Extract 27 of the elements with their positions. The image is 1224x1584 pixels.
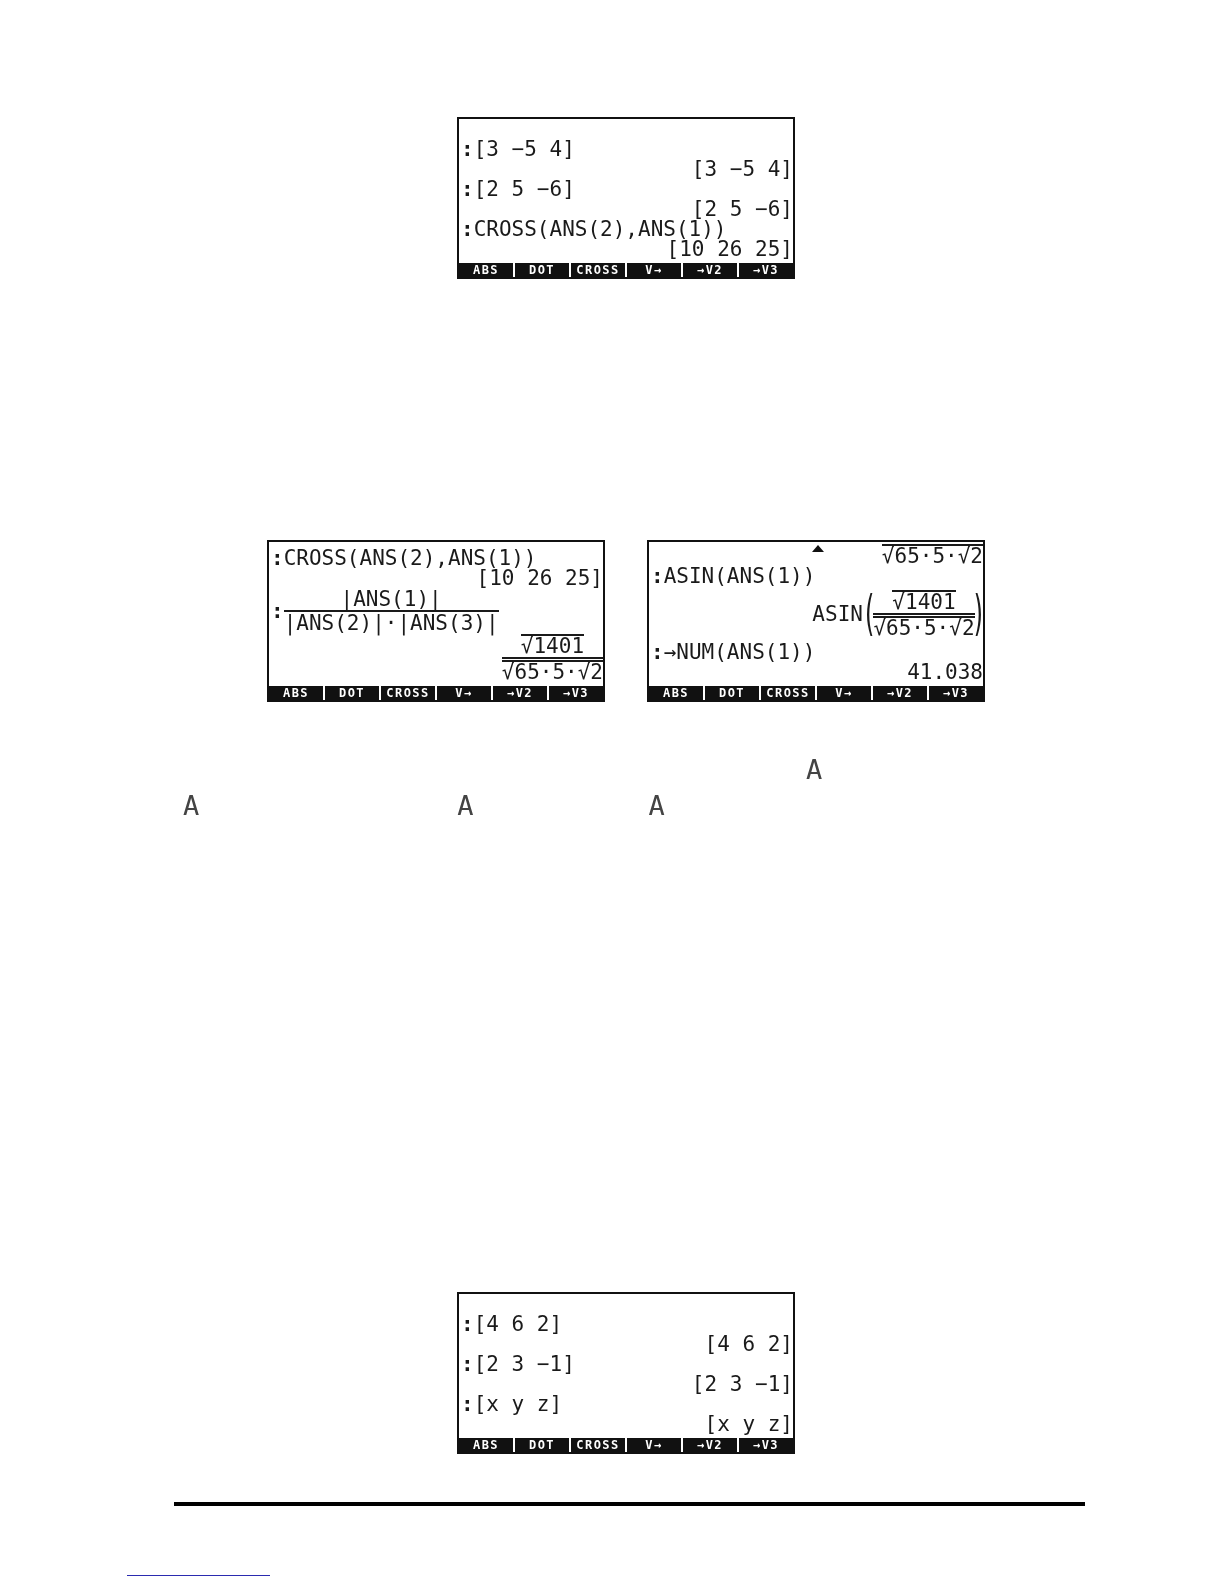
entry-line: :[4 6 2] [461, 1314, 563, 1334]
result-line: [2 3 −1] [691, 1374, 793, 1394]
result-line: √65·5·√2 [881, 544, 983, 566]
entry-line: :→NUM(ANS(1)) [651, 642, 816, 662]
entry-line: :ASIN(ANS(1)) [651, 566, 816, 586]
fraction-denominator: √65·5·√2 [501, 660, 603, 682]
prompt-colon: : [271, 601, 284, 621]
result-line: [10 26 25] [666, 239, 793, 259]
entry-line: :[2 5 −6] [461, 179, 575, 199]
function-name: ASIN [812, 604, 863, 624]
alpha-key-symbol: A [183, 789, 200, 823]
entry-line: :[x y z] [461, 1394, 563, 1414]
fraction-numerator: |ANS(1)| [340, 589, 442, 609]
result-line: [3 −5 4] [691, 159, 793, 179]
result-line: [2 5 −6] [691, 199, 793, 219]
alpha-key-symbol: A [648, 789, 665, 823]
result-line: [4 6 2] [704, 1334, 793, 1354]
entry-line: :CROSS(ANS(2),ANS(1)) [271, 548, 537, 568]
entry-line: :CROSS(ANS(2),ANS(1)) [461, 219, 727, 239]
alpha-key-symbol: A [457, 789, 474, 823]
fraction-denominator: √65·5·√2 [873, 616, 975, 638]
result-line: [10 26 25] [476, 568, 603, 588]
alpha-key-symbol: A [806, 753, 823, 787]
result-line: [x y z] [704, 1414, 793, 1434]
entry-line: :[3 −5 4] [461, 139, 575, 159]
entry-line: :[2 3 −1] [461, 1354, 575, 1374]
result-line: 41.038 [907, 662, 983, 682]
